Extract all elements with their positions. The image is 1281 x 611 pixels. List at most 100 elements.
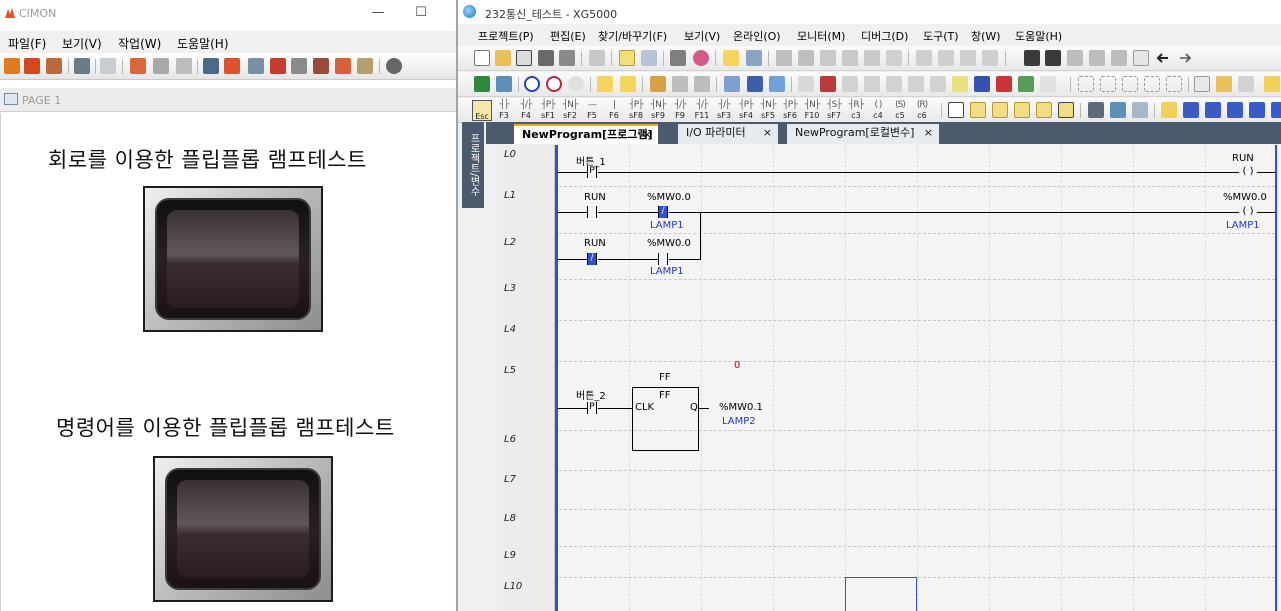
ladder-key-c3[interactable]: ┤R├ c3 <box>846 100 866 121</box>
trend-monitor-icon[interactable] <box>769 76 785 92</box>
xg-menu-help[interactable]: 도움말(H) <box>1015 28 1062 44</box>
cimon-menu-help[interactable]: 도움말(H) <box>177 35 229 52</box>
comment-icon[interactable] <box>723 50 739 66</box>
cimon-maximize-button[interactable]: ☐ <box>398 0 444 28</box>
lamp2-indicator[interactable] <box>153 456 333 602</box>
ladder-key-c4[interactable]: ( ) c4 <box>868 100 888 121</box>
ladder-key-f6[interactable]: | F6 <box>604 100 624 121</box>
ladder-more-icon[interactable] <box>1271 102 1281 118</box>
lamp1-indicator[interactable] <box>143 186 323 332</box>
ladder-comment-icon[interactable] <box>992 102 1008 118</box>
connection-settings-icon[interactable] <box>496 76 512 92</box>
cimon-menu-file[interactable]: 파일(F) <box>8 35 46 52</box>
pencil-icon[interactable] <box>224 58 240 74</box>
ladder-output-comment-icon[interactable] <box>1036 102 1052 118</box>
ladder-d2-icon[interactable] <box>1205 102 1221 118</box>
tab-newprogram-local-variables[interactable]: NewProgram[로컬변수] × <box>787 124 939 144</box>
replace-icon[interactable] <box>1089 50 1105 66</box>
ladder-key-sf6[interactable]: ┤P├ sF6 <box>780 100 800 121</box>
write-icon[interactable] <box>620 76 636 92</box>
run-mode-icon[interactable] <box>524 76 540 92</box>
variable-monitor-icon[interactable] <box>747 76 763 92</box>
ladder-table-icon[interactable] <box>1088 102 1104 118</box>
monitor-icon[interactable] <box>203 58 219 74</box>
upload-icon[interactable] <box>270 58 286 74</box>
board-icon[interactable] <box>1040 76 1056 92</box>
redo-icon[interactable] <box>798 50 814 66</box>
open-folder-icon[interactable] <box>495 50 511 66</box>
bookmark-icon[interactable] <box>1194 76 1210 92</box>
xg-menu-find[interactable]: 찾기/바꾸기(F) <box>598 28 667 44</box>
row-number[interactable]: L10 <box>504 581 522 592</box>
delete-col-icon[interactable] <box>982 50 998 66</box>
ladder-grid-icon[interactable] <box>1110 102 1126 118</box>
ladder-editor[interactable]: L0 L1 L2 L3 L4 L5 L6 L7 L8 L9 L10 P 버튼_1 ( ) RUN R… <box>497 145 1281 611</box>
save-all-icon[interactable] <box>538 50 554 66</box>
add-page-icon[interactable] <box>335 58 351 74</box>
r1-contact-run[interactable] <box>587 206 597 218</box>
network-icon[interactable] <box>248 58 264 74</box>
read-icon[interactable] <box>597 76 613 92</box>
pid-icon[interactable] <box>974 76 990 92</box>
used-device-icon[interactable] <box>1238 76 1254 92</box>
close-tab-icon[interactable]: × <box>763 124 772 142</box>
find-device-icon[interactable] <box>1067 50 1083 66</box>
device-monitor-icon[interactable] <box>724 76 740 92</box>
bracket1-icon[interactable] <box>1078 76 1094 92</box>
system-monitor-icon[interactable] <box>798 76 814 92</box>
ladder-key-f4[interactable]: ┤/├ F4 <box>516 100 536 121</box>
edit-online-icon[interactable] <box>1018 76 1034 92</box>
ladder-key-f10[interactable]: ┤N├ F10 <box>802 100 822 121</box>
ladder-key-f9[interactable]: ┤/├ F9 <box>670 100 690 121</box>
fast-scan-icon[interactable] <box>930 76 946 92</box>
ladder-key-f3[interactable]: ┤├ F3 <box>494 100 514 121</box>
row-number[interactable]: L4 <box>504 324 516 335</box>
chart-icon[interactable] <box>357 58 373 74</box>
xg-menu-edit[interactable]: 편집(E) <box>550 28 586 44</box>
r5-contact[interactable]: P <box>587 402 597 414</box>
forward-arrow-icon[interactable] <box>1177 50 1193 66</box>
xg-menu-online[interactable]: 온라인(O) <box>733 28 781 44</box>
project-variable-side-tab[interactable]: 프로젝트/변수 <box>462 122 484 208</box>
cimon-menu-work[interactable]: 작업(W) <box>118 35 161 52</box>
paste-icon[interactable] <box>864 50 880 66</box>
ladder-d1-icon[interactable] <box>1183 102 1199 118</box>
tab-io-parameter[interactable]: I/O 파라미터 × <box>678 124 778 144</box>
ladder-label-icon[interactable] <box>1014 102 1030 118</box>
copy-icon[interactable] <box>842 50 858 66</box>
connect-icon[interactable] <box>619 50 635 66</box>
monitor-stop-icon[interactable] <box>694 76 710 92</box>
special-module-icon[interactable] <box>820 76 836 92</box>
new-file-icon[interactable] <box>474 50 490 66</box>
ladder-edit-icon[interactable] <box>948 102 964 118</box>
find-next-icon[interactable] <box>1045 50 1061 66</box>
ladder-w-icon[interactable] <box>1249 102 1265 118</box>
custom-event-icon[interactable] <box>864 76 880 92</box>
ladder-key-c6[interactable]: (R) c6 <box>912 100 932 121</box>
row-number[interactable]: L9 <box>504 550 516 561</box>
diagnose-icon[interactable] <box>693 50 709 66</box>
save-icon[interactable] <box>516 50 532 66</box>
row-number[interactable]: L5 <box>504 365 516 376</box>
monitor-pause-icon[interactable] <box>672 76 688 92</box>
row-number[interactable]: L1 <box>504 190 516 201</box>
ladder-key-sf9[interactable]: ┤N├ sF9 <box>648 100 668 121</box>
download-icon[interactable] <box>176 58 192 74</box>
memory-icon[interactable] <box>670 50 686 66</box>
r2-contact-run-nc[interactable]: / <box>587 253 597 265</box>
ladder-key-f5[interactable]: — F5 <box>582 100 602 121</box>
xg-menu-window[interactable]: 창(W) <box>971 28 1001 44</box>
ladder-key-sf4[interactable]: ┤P├ sF4 <box>736 100 756 121</box>
ladder-key-sf5[interactable]: ┤N├ sF5 <box>758 100 778 121</box>
xg-menu-tools[interactable]: 도구(T) <box>923 28 959 44</box>
find-icon[interactable] <box>1024 50 1040 66</box>
more-toolbar-icon[interactable] <box>1264 76 1280 92</box>
r2-contact-mw00[interactable] <box>658 253 668 265</box>
bracket5-icon[interactable] <box>1166 76 1182 92</box>
undo-icon[interactable] <box>776 50 792 66</box>
online-icon[interactable] <box>474 76 490 92</box>
search-view-icon[interactable] <box>746 50 762 66</box>
r0-coil[interactable]: ( ) <box>1239 166 1257 178</box>
print-icon[interactable] <box>559 50 575 66</box>
xg-menu-debug[interactable]: 디버그(D) <box>861 28 908 44</box>
